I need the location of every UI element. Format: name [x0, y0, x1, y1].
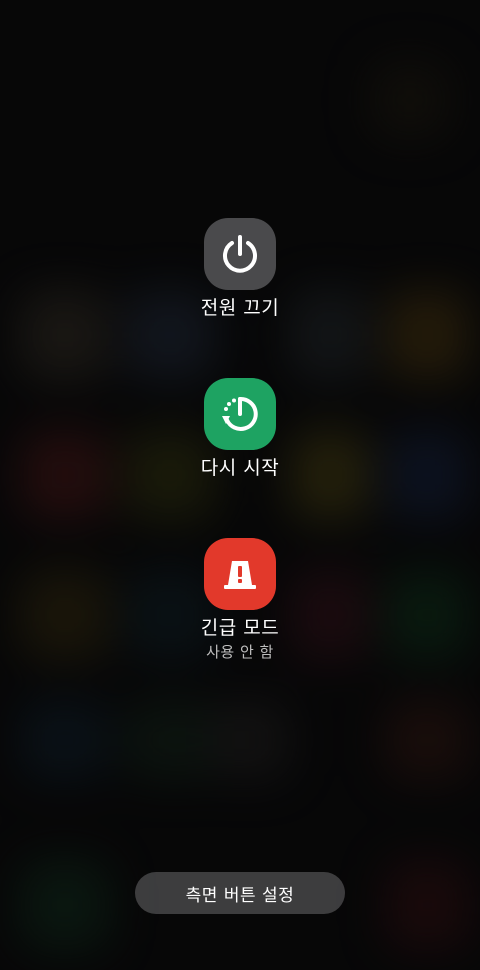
power-off-label: 전원 끄기 [200, 297, 280, 319]
emergency-light-icon [224, 561, 256, 589]
power-off-icon-box [204, 218, 276, 290]
side-button-settings-button[interactable]: 측면 버튼 설정 [135, 872, 345, 914]
restart-button[interactable]: 다시 시작 [0, 378, 480, 480]
dim-overlay [0, 0, 480, 970]
power-off-button[interactable]: 전원 끄기 [0, 218, 480, 320]
restart-label: 다시 시작 [200, 457, 280, 479]
emergency-mode-status: 사용 안 함 [206, 643, 274, 661]
emergency-mode-button[interactable]: 긴급 모드 사용 안 함 [0, 538, 480, 662]
restart-icon-box [204, 378, 276, 450]
restart-icon [222, 396, 258, 431]
power-icon [223, 235, 257, 273]
power-menu-screen: 전원 끄기 다시 시작 긴급 모드 사용 안 함 측면 버튼 설정 [0, 0, 480, 970]
emergency-icon-box [204, 538, 276, 610]
emergency-mode-label: 긴급 모드 [200, 617, 280, 639]
